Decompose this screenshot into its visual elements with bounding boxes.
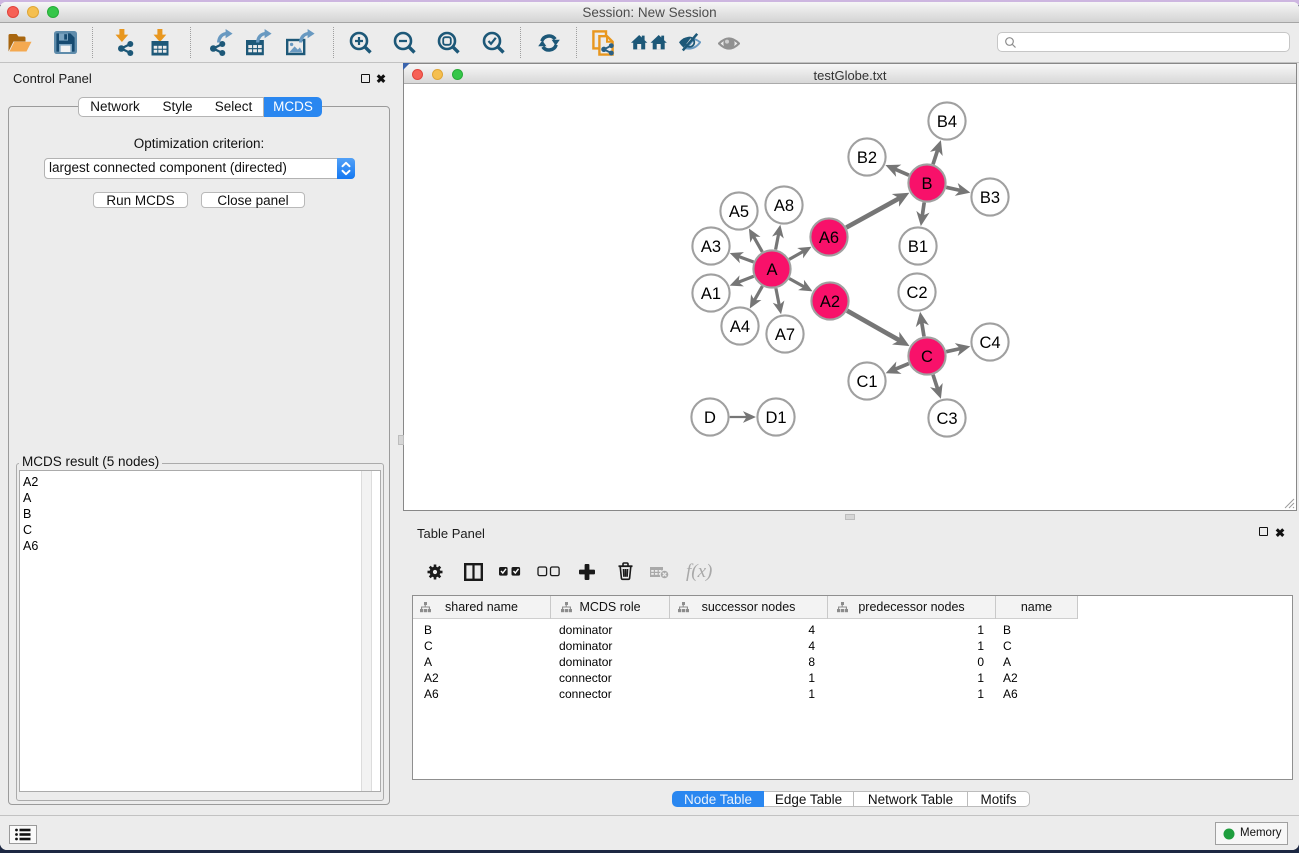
svg-text:C: C — [921, 348, 933, 366]
svg-text:C4: C4 — [979, 334, 1000, 352]
svg-text:B2: B2 — [857, 149, 877, 167]
svg-text:A2: A2 — [820, 293, 840, 311]
svg-text:A3: A3 — [701, 238, 721, 256]
svg-text:D1: D1 — [765, 409, 786, 427]
svg-text:D: D — [704, 409, 716, 427]
svg-text:B: B — [921, 175, 932, 193]
svg-text:A6: A6 — [819, 229, 839, 247]
svg-text:B1: B1 — [908, 238, 928, 256]
svg-text:C1: C1 — [856, 373, 877, 391]
svg-text:A5: A5 — [729, 203, 749, 221]
svg-text:A8: A8 — [774, 197, 794, 215]
svg-text:A4: A4 — [730, 318, 750, 336]
svg-text:B3: B3 — [980, 189, 1000, 207]
svg-text:A1: A1 — [701, 285, 721, 303]
svg-text:C2: C2 — [906, 284, 927, 302]
svg-text:A: A — [766, 261, 777, 279]
svg-text:C3: C3 — [936, 410, 957, 428]
svg-text:B4: B4 — [937, 113, 957, 131]
svg-text:A7: A7 — [775, 326, 795, 344]
